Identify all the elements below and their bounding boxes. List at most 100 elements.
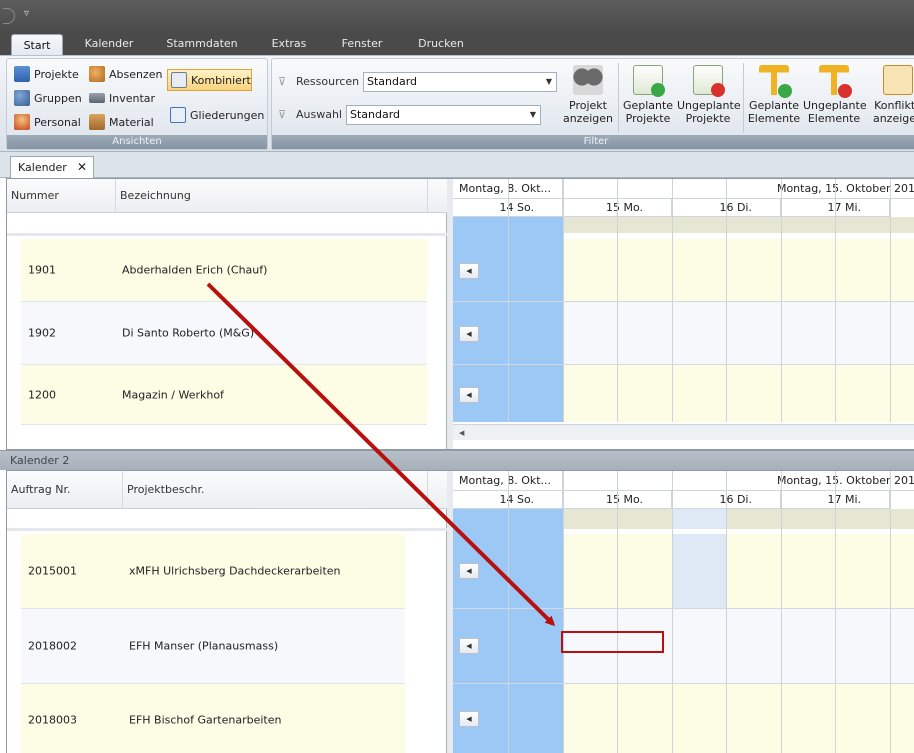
scroll-left-button[interactable]: ◀ [459, 326, 479, 342]
close-icon[interactable]: ✕ [77, 157, 87, 178]
ungeplante-projekte-button[interactable]: Ungeplante Projekte [677, 63, 741, 135]
projekt-anzeigen-button[interactable]: Projekt anzeigen [560, 63, 616, 135]
calendar2-panel: Auftrag Nr. Projektbeschr. 2015001 xMFH … [6, 470, 914, 753]
ungeplante-elemente-button[interactable]: Ungeplante Elemente [803, 63, 867, 135]
row-bezeichnung: Di Santo Roberto (M&G) [122, 326, 255, 340]
absenzen-button[interactable]: Absenzen [89, 64, 163, 84]
week2-header: Montag, 15. Oktober 2018 [563, 471, 914, 491]
grid-line [453, 608, 914, 609]
tab-fenster[interactable]: Fenster [333, 33, 391, 55]
app-menu-button[interactable] [3, 8, 15, 24]
auswahl-combo[interactable]: Standard ▼ [346, 105, 541, 125]
col-header-nummer[interactable]: Nummer [7, 179, 116, 212]
week2-header: Montag, 15. Oktober 2018 [563, 179, 914, 199]
tab-stammdaten[interactable]: Stammdaten [162, 33, 242, 55]
table-row[interactable]: 1902 Di Santo Roberto (M&G) [21, 302, 427, 365]
horizontal-scrollbar[interactable]: ◀ [453, 424, 914, 440]
scroll-left-button[interactable]: ◀ [459, 263, 479, 279]
scroll-left-arrow-icon[interactable]: ◀ [459, 425, 464, 441]
projekt-anzeigen-line1: Projekt [569, 99, 607, 112]
col-header-auftrag[interactable]: Auftrag Nr. [7, 471, 123, 508]
geplante-projekte-line1: Geplante [622, 99, 674, 112]
scroll-left-button[interactable]: ◀ [459, 711, 479, 727]
calendar1-timeline: Montag, 8. Okt... Montag, 15. Oktober 20… [453, 179, 914, 449]
ungeplante-elemente-line1: Ungeplante [803, 99, 867, 112]
timeline-row[interactable] [563, 302, 914, 365]
material-button[interactable]: Material [89, 112, 154, 132]
grid-line [835, 471, 836, 753]
group-ansichten-title: Ansichten [7, 135, 267, 149]
ungeplante-elemente-line2: Elemente [807, 112, 861, 125]
ribbon: Projekte Absenzen Kombiniert Gruppen Inv… [0, 55, 914, 152]
konflikte-anzeigen-button[interactable]: Konflikte anzeigen [868, 63, 914, 135]
projekte-button[interactable]: Projekte [14, 64, 79, 84]
calendar2-section-header: Kalender 2 [0, 450, 914, 470]
timeline-row[interactable] [563, 365, 914, 422]
timeline-row[interactable] [563, 684, 914, 753]
table-row[interactable]: 2018002 EFH Manser (Planausmass) [21, 609, 405, 684]
table-row[interactable]: 2018003 EFH Bischof Gartenarbeiten [21, 684, 405, 753]
auswahl-filter-icon: ⊽ [278, 108, 287, 121]
row-auftrag: 2015001 [28, 564, 77, 578]
gruppen-button[interactable]: Gruppen [14, 88, 82, 108]
ressourcen-filter-icon: ⊽ [278, 75, 287, 88]
inventar-icon [89, 93, 105, 103]
calendar1-panel: Nummer Bezeichnung 1901 Abderhalden Eric… [6, 178, 914, 450]
calendar1-resource-grid: Nummer Bezeichnung 1901 Abderhalden Eric… [7, 179, 447, 449]
row-auftrag: 2018003 [28, 713, 77, 726]
inventar-button[interactable]: Inventar [89, 88, 155, 108]
title-bar: ▿ [0, 0, 914, 33]
material-icon [89, 114, 105, 130]
projekte-icon [14, 66, 30, 82]
timeline-row[interactable] [563, 534, 914, 609]
table-row[interactable]: 1901 Abderhalden Erich (Chauf) [21, 239, 427, 302]
conflict-icon [883, 65, 913, 95]
tab-start[interactable]: Start [11, 34, 63, 56]
quick-access-dropdown[interactable]: ▿ [24, 8, 29, 20]
scroll-left-button[interactable]: ◀ [459, 563, 479, 579]
gliederungen-button[interactable]: Gliederungen [170, 105, 264, 125]
binoculars-icon [573, 65, 603, 95]
filter-row[interactable] [7, 509, 447, 531]
scroll-left-button[interactable]: ◀ [459, 638, 479, 654]
kombiniert-button[interactable]: Kombiniert [167, 69, 252, 91]
crane-remove-icon [819, 65, 852, 98]
grid-line [563, 471, 564, 753]
calendar2-timeline: Montag, 8. Okt... Montag, 15. Oktober 20… [453, 471, 914, 753]
table-row[interactable]: 1200 Magazin / Werkhof [21, 365, 427, 425]
row-bezeichnung: Abderhalden Erich (Chauf) [122, 263, 268, 277]
tab-kalender[interactable]: Kalender [76, 33, 142, 55]
highlighted-cell[interactable] [672, 534, 726, 609]
ressourcen-value: Standard [367, 75, 418, 88]
gliederungen-icon [170, 107, 186, 123]
table-row[interactable]: 2015001 xMFH Ulrichsberg Dachdeckerarbei… [21, 534, 405, 609]
row-beschreibung: EFH Bischof Gartenarbeiten [129, 713, 282, 726]
row-beschreibung: xMFH Ulrichsberg Dachdeckerarbeiten [129, 564, 341, 578]
row-nummer: 1901 [28, 263, 56, 277]
col-header-projektbeschr[interactable]: Projektbeschr. [123, 471, 428, 508]
calendar-remove-icon [693, 65, 725, 97]
geplante-projekte-button[interactable]: Geplante Projekte [620, 63, 676, 135]
weekday-strip [563, 217, 914, 233]
separator [618, 63, 619, 133]
col-header-bezeichnung[interactable]: Bezeichnung [116, 179, 428, 212]
personal-button[interactable]: Personal [14, 112, 81, 132]
geplante-elemente-button[interactable]: Geplante Elemente [746, 63, 802, 135]
projekt-anzeigen-line2: anzeigen [562, 112, 614, 125]
ressourcen-label: Ressourcen [296, 75, 360, 88]
grid-line [781, 471, 782, 753]
tab-extras[interactable]: Extras [263, 33, 315, 55]
tab-kalender-document[interactable]: Kalender ✕ [10, 156, 94, 178]
ressourcen-combo[interactable]: Standard ▼ [363, 72, 557, 92]
doc-tab-label: Kalender [18, 161, 67, 174]
drop-target-highlight [561, 631, 664, 653]
timeline-row[interactable] [563, 239, 914, 302]
grid-line [617, 471, 618, 753]
gruppen-icon [14, 90, 30, 106]
filter-row[interactable] [7, 213, 447, 236]
absenzen-icon [89, 66, 105, 82]
tab-drucken[interactable]: Drucken [410, 33, 472, 55]
scroll-left-button[interactable]: ◀ [459, 387, 479, 403]
group-filter-title: Filter [272, 135, 914, 149]
projekte-label: Projekte [34, 67, 79, 81]
